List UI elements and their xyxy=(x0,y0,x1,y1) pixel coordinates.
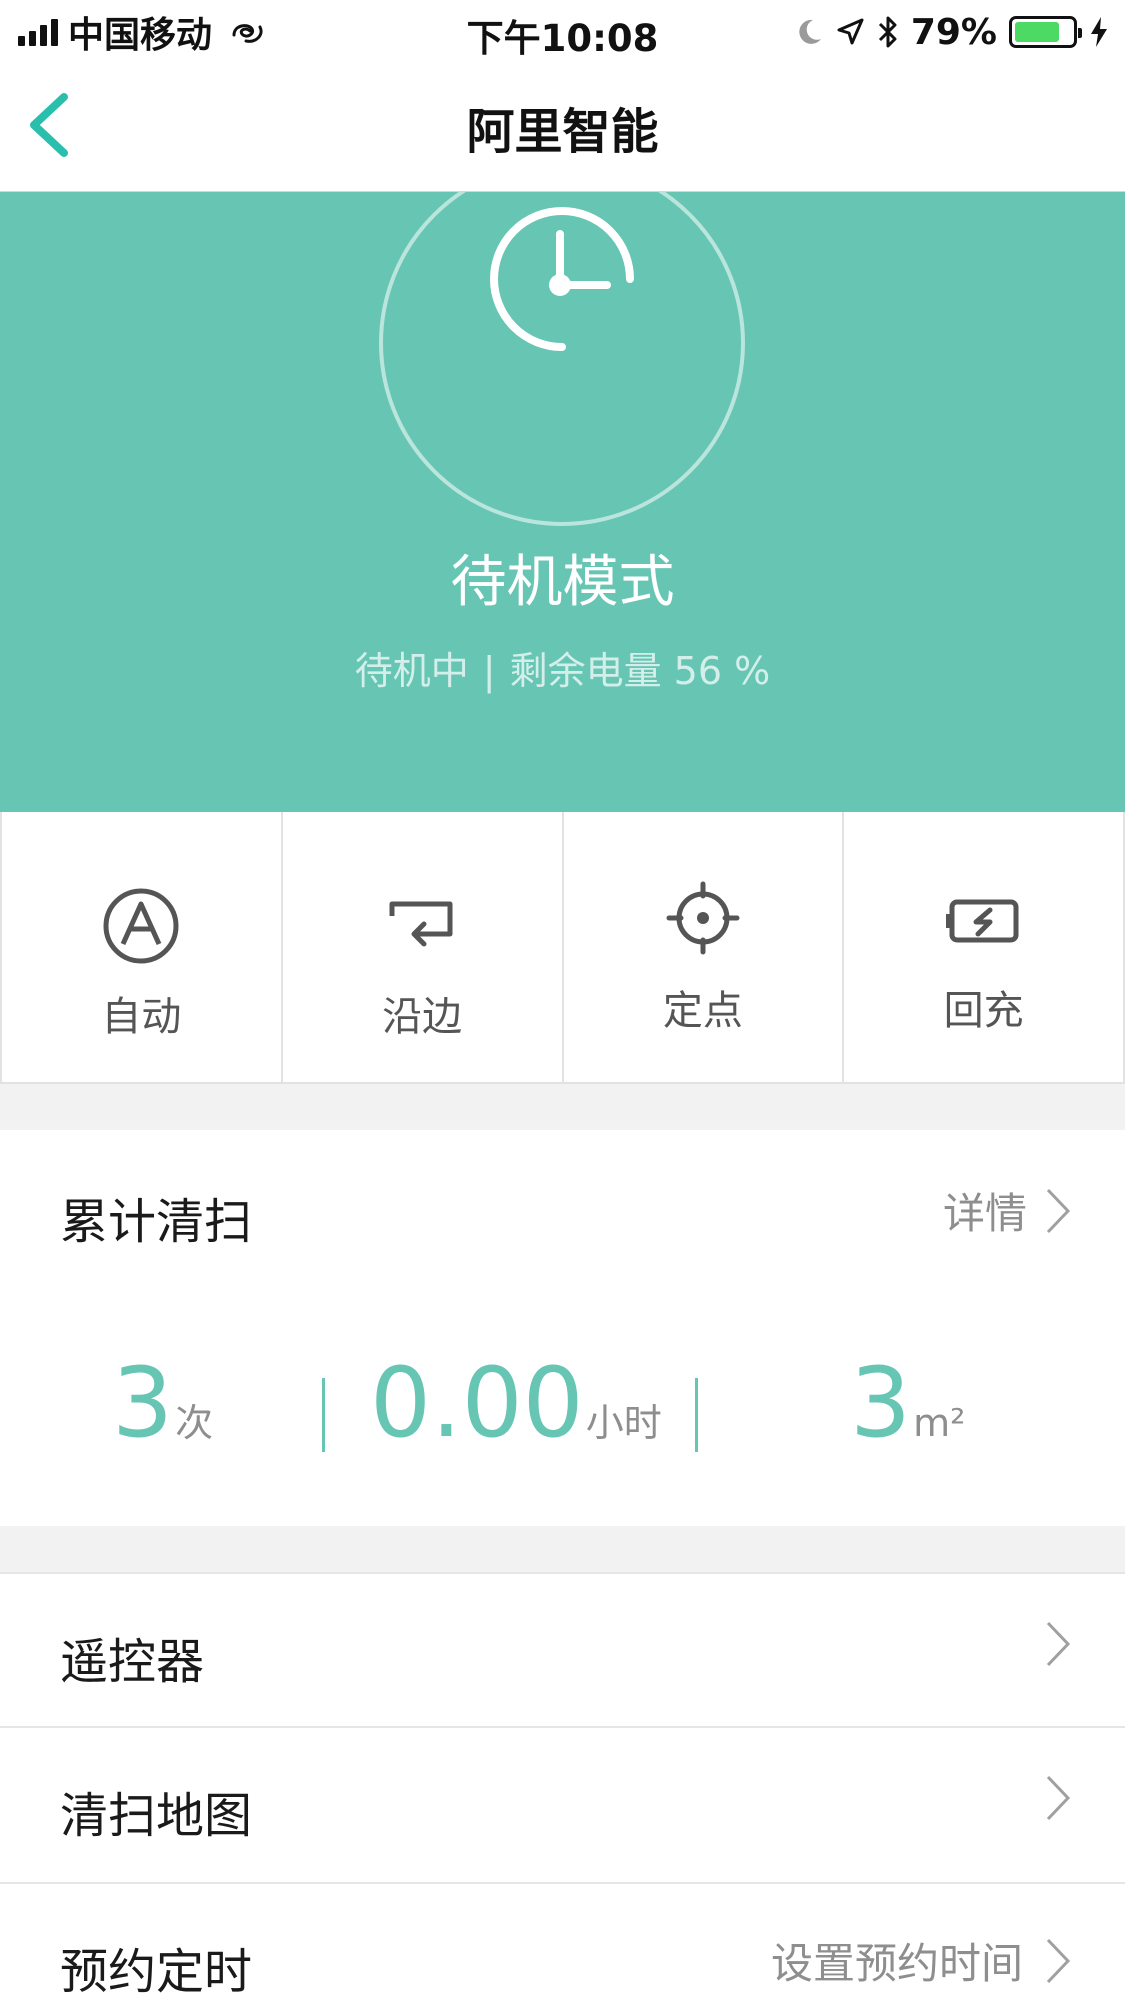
status-line: 待机中 | 剩余电量 56 % xyxy=(0,640,1125,695)
stat-count-value: 3 xyxy=(112,1347,174,1459)
battery-percent: 79% xyxy=(910,11,997,53)
schedule-row[interactable]: 预约定时 设置预约时间 xyxy=(0,1882,1125,2001)
edge-mode-label: 沿边 xyxy=(382,994,463,1040)
recharge-icon xyxy=(944,880,1024,960)
bluetooth-icon xyxy=(878,16,897,48)
edge-mode-button[interactable]: 沿边 xyxy=(280,812,564,1082)
section-gap xyxy=(0,1526,1125,1572)
stats-row: 3 次 0.00 小时 3 m² xyxy=(0,1348,1125,1458)
remote-control-row[interactable]: 遥控器 xyxy=(0,1572,1125,1724)
cleaning-stats-card: 累计清扫 详情 3 次 0.00 小时 3 m² xyxy=(0,1130,1125,1526)
recharge-button[interactable]: 回充 xyxy=(842,812,1125,1082)
moon-icon xyxy=(799,19,821,44)
section-gap xyxy=(0,1084,1125,1130)
edge-mode-icon xyxy=(382,886,462,966)
chevron-right-icon xyxy=(1046,1775,1071,1821)
charging-bolt-icon xyxy=(1091,17,1107,47)
location-arrow-icon xyxy=(837,18,864,45)
row-right xyxy=(1045,1620,1071,1668)
mode-title: 待机模式 xyxy=(450,550,675,615)
schedule-value: 设置预约时间 xyxy=(770,1939,1023,1988)
page-title: 阿里智能 xyxy=(466,104,659,160)
stat-duration-value: 0.00 xyxy=(370,1347,584,1459)
stats-detail-link[interactable]: 详情 xyxy=(943,1180,1071,1241)
chevron-right-icon xyxy=(1046,1188,1071,1233)
status-separator: | xyxy=(482,649,496,693)
auto-mode-icon xyxy=(101,886,181,966)
auto-mode-label: 自动 xyxy=(101,994,182,1040)
stat-area: 3 m² xyxy=(850,1348,965,1458)
device-status-hero: 待机模式 待机中 | 剩余电量 56 % xyxy=(0,192,1125,812)
cleaning-map-label: 清扫地图 xyxy=(60,1788,253,1844)
row-right xyxy=(1045,1774,1071,1822)
spot-mode-label: 定点 xyxy=(662,988,743,1034)
spot-mode-icon xyxy=(663,878,743,958)
battery-fill xyxy=(1015,22,1060,42)
stats-detail-label: 详情 xyxy=(942,1189,1027,1238)
status-bar: 中国移动 下午10:08 79% xyxy=(0,0,1125,62)
recharge-label: 回充 xyxy=(943,988,1024,1034)
stat-divider xyxy=(695,1378,698,1452)
row-right: 设置预约时间 xyxy=(771,1930,1071,1991)
cleaning-map-row[interactable]: 清扫地图 xyxy=(0,1726,1125,1878)
stat-count-unit: 次 xyxy=(175,1401,214,1445)
remote-control-label: 遥控器 xyxy=(60,1634,205,1690)
schedule-label: 预约定时 xyxy=(60,1944,253,2000)
stat-count: 3 次 xyxy=(112,1348,213,1458)
device-state: 待机中 xyxy=(354,649,469,693)
chevron-right-icon xyxy=(1046,1938,1071,1983)
nav-bar: 阿里智能 xyxy=(0,62,1125,192)
chevron-right-icon xyxy=(1046,1621,1071,1667)
status-right: 79% xyxy=(795,10,1109,54)
stat-duration: 0.00 小时 xyxy=(370,1348,662,1458)
stat-area-value: 3 xyxy=(850,1347,912,1459)
stat-divider xyxy=(322,1378,325,1452)
clock-icon xyxy=(490,207,634,351)
auto-mode-button[interactable]: 自动 xyxy=(0,812,283,1082)
battery-icon xyxy=(1009,16,1082,48)
stat-area-unit: m² xyxy=(913,1401,966,1445)
stats-title: 累计清扫 xyxy=(60,1194,253,1250)
spot-mode-button[interactable]: 定点 xyxy=(561,812,845,1082)
battery-remaining: 剩余电量 56 % xyxy=(509,649,771,693)
mode-buttons: 自动 沿边 定点 回充 xyxy=(0,812,1125,1084)
stat-duration-unit: 小时 xyxy=(585,1401,662,1445)
